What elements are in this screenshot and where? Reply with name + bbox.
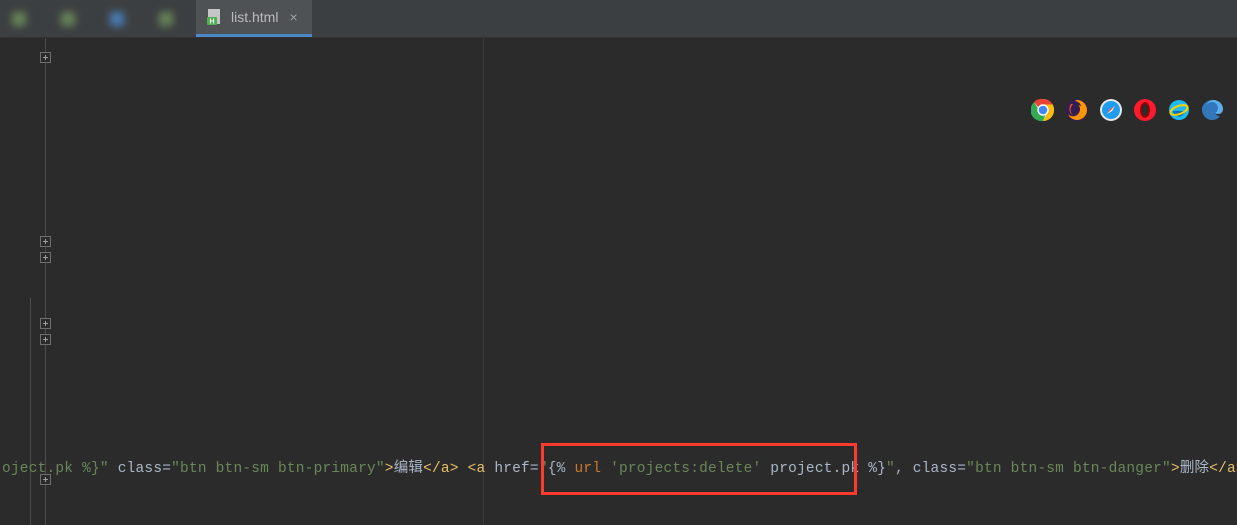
code-token: > <box>385 461 394 477</box>
code-token: {% <box>548 461 575 477</box>
code-token: class= <box>109 461 171 477</box>
code-token: "btn btn-sm btn-danger" <box>966 461 1171 477</box>
code-token <box>459 461 468 477</box>
fold-toggle-icon[interactable] <box>40 334 51 345</box>
tab-2[interactable] <box>98 0 147 37</box>
close-icon[interactable]: × <box>289 10 297 24</box>
code-token: href= <box>494 461 539 477</box>
indent-guide <box>30 298 31 525</box>
code-token: 'projects:delete' <box>610 461 761 477</box>
right-margin-guide <box>483 38 484 525</box>
code-token: <a <box>468 461 495 477</box>
fold-toggle-icon[interactable] <box>40 318 51 329</box>
text-caret <box>543 448 544 468</box>
browser-preview-bar <box>1031 98 1225 122</box>
code-token: 编辑 <box>394 461 423 477</box>
file-icon <box>157 10 175 28</box>
safari-icon[interactable] <box>1099 98 1123 122</box>
ie-icon[interactable] <box>1167 98 1191 122</box>
edge-icon[interactable] <box>1201 98 1225 122</box>
fold-toggle-icon[interactable] <box>40 252 51 263</box>
tab-3[interactable] <box>147 0 196 37</box>
code-token: 删除 <box>1180 461 1209 477</box>
firefox-icon[interactable] <box>1065 98 1089 122</box>
code-editor[interactable]: oject.pk %}" class="btn btn-sm btn-prima… <box>0 38 1237 525</box>
tab-list-html[interactable]: H list.html × <box>196 0 312 37</box>
code-token: url <box>574 461 610 477</box>
code-token: "btn btn-sm btn-primary" <box>171 461 385 477</box>
code-line[interactable]: oject.pk %}" class="btn btn-sm btn-prima… <box>0 456 1237 477</box>
tab-bar: H list.html × <box>0 0 1237 38</box>
code-token: </a> <box>423 461 459 477</box>
file-icon <box>59 10 77 28</box>
gutter <box>38 38 54 525</box>
code-token: </a></td> <box>1209 461 1237 477</box>
tab-0[interactable] <box>0 0 49 37</box>
code-token: > <box>1171 461 1180 477</box>
tab-label: list.html <box>231 9 278 25</box>
code-token: , class= <box>895 461 966 477</box>
opera-icon[interactable] <box>1133 98 1157 122</box>
tab-1[interactable] <box>49 0 98 37</box>
chrome-icon[interactable] <box>1031 98 1055 122</box>
file-icon <box>108 10 126 28</box>
code-token: %} <box>868 461 886 477</box>
code-token: project.pk <box>761 461 868 477</box>
code-token: oject.pk %}" <box>2 461 109 477</box>
fold-toggle-icon[interactable] <box>40 52 51 63</box>
file-icon <box>10 10 28 28</box>
svg-text:H: H <box>209 19 214 26</box>
fold-toggle-icon[interactable] <box>40 236 51 247</box>
html-file-icon: H <box>206 8 224 26</box>
code-token: " <box>886 461 895 477</box>
